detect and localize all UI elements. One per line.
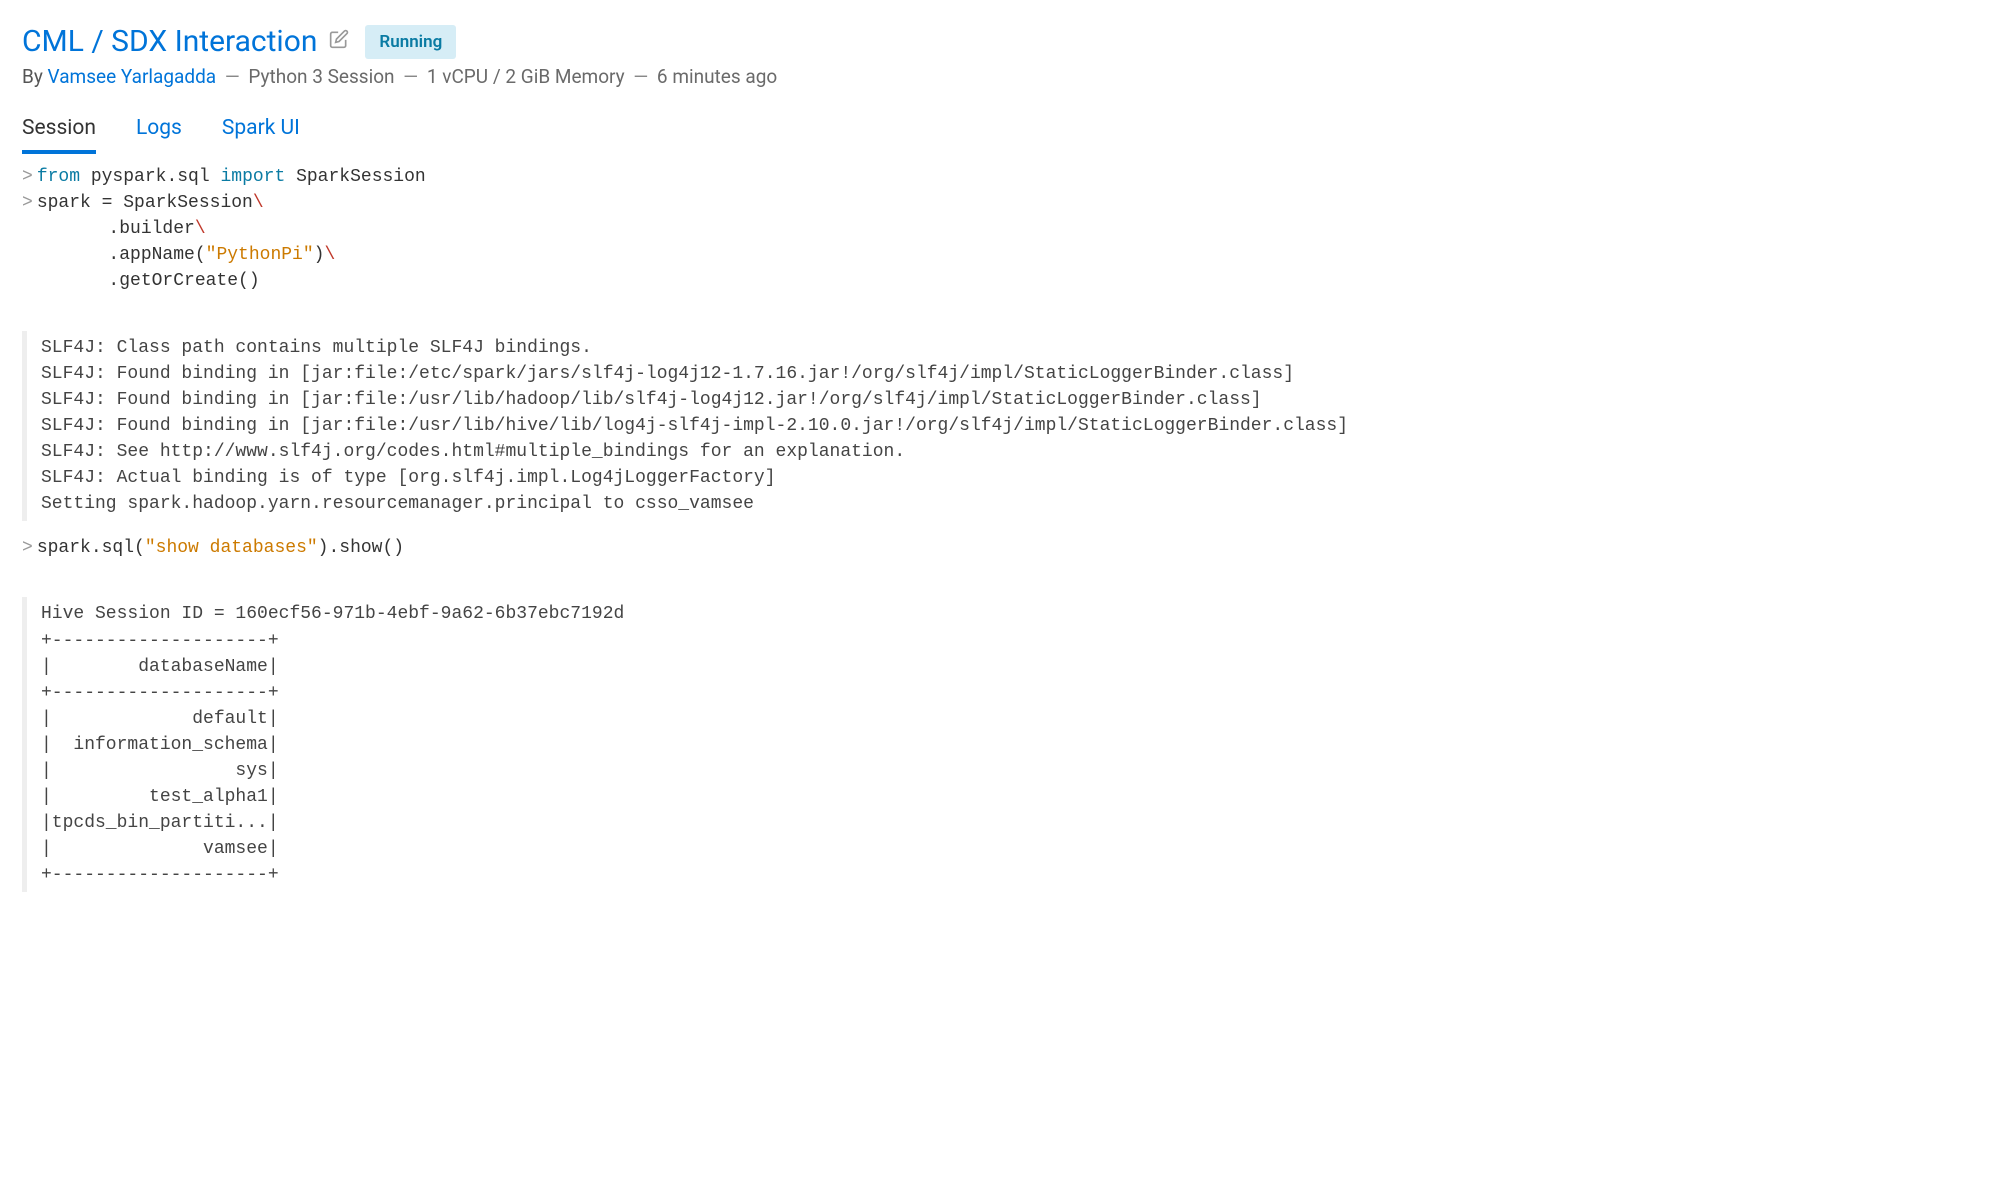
code-text: spark = SparkSession [37,193,253,213]
code-console[interactable]: >from pyspark.sql import SparkSession>sp… [22,164,1972,892]
code-text: .getOrCreate() [22,271,260,291]
meta-session-type: Python 3 Session [248,65,394,88]
code-input-line: >spark.sql("show databases").show() [22,535,1972,561]
status-badge: Running [365,25,456,59]
code-output-block: Hive Session ID = 160ecf56-971b-4ebf-9a6… [22,597,1972,892]
tab-session[interactable]: Session [22,110,96,154]
prompt-icon: > [22,538,33,558]
session-header: CML / SDX Interaction Running [22,24,1972,59]
code-escape: \ [324,245,335,265]
code-text: spark.sql( [37,538,145,558]
prompt-icon: > [22,193,33,213]
code-text: ).show() [318,538,404,558]
code-text: ) [314,245,325,265]
code-text: SparkSession [285,167,425,187]
separator: — [225,65,245,88]
author-link[interactable]: Vamsee Yarlagadda [48,65,217,88]
code-escape: \ [195,219,206,239]
code-text: .appName( [22,245,206,265]
code-keyword: import [220,167,285,187]
code-keyword: from [37,167,80,187]
meta-resources: 1 vCPU / 2 GiB Memory [427,65,625,88]
code-string: "show databases" [145,538,318,558]
code-string: "PythonPi" [206,245,314,265]
meta-time: 6 minutes ago [657,65,777,88]
separator: — [403,65,423,88]
prompt-icon: > [22,167,33,187]
code-input-line: >spark = SparkSession\ .builder\ .appNam… [22,190,1972,294]
tab-spark-ui[interactable]: Spark UI [222,110,300,154]
tab-logs[interactable]: Logs [136,110,182,154]
code-text: pyspark.sql [80,167,220,187]
tab-bar: Session Logs Spark UI [22,110,1972,154]
code-text: .builder [22,219,195,239]
code-escape: \ [253,193,264,213]
session-subheader: By Vamsee Yarlagadda — Python 3 Session … [22,65,1972,88]
edit-icon[interactable] [329,29,349,54]
code-output-block: SLF4J: Class path contains multiple SLF4… [22,331,1972,522]
code-input-line: >from pyspark.sql import SparkSession [22,164,1972,190]
separator: — [633,65,653,88]
by-label: By [22,65,43,88]
session-title[interactable]: CML / SDX Interaction [22,24,317,59]
